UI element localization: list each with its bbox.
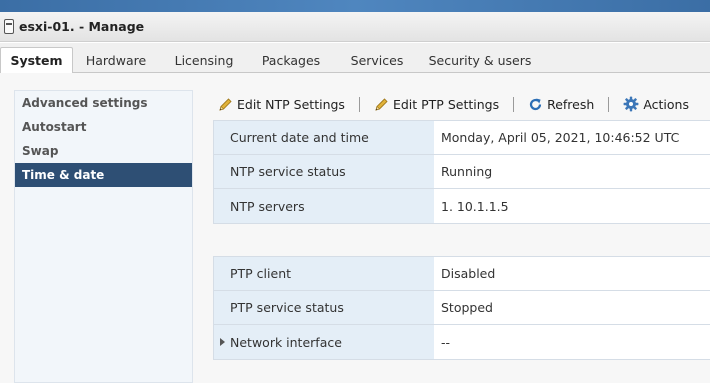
edit-ptp-settings-button[interactable]: Edit PTP Settings xyxy=(374,97,499,112)
tab-system[interactable]: System xyxy=(0,47,73,74)
network-interface-value: -- xyxy=(434,325,710,359)
manage-content: Advanced settings Autostart Swap Time & … xyxy=(0,73,710,383)
network-interface-label: Network interface xyxy=(230,334,342,350)
ptp-service-status-label: PTP service status xyxy=(214,291,434,324)
ntp-service-status-label: NTP service status xyxy=(214,155,434,188)
pencil-icon xyxy=(374,97,389,112)
table-row: PTP service status Stopped xyxy=(214,291,710,325)
edit-ntp-settings-button[interactable]: Edit NTP Settings xyxy=(218,97,345,112)
actions-button[interactable]: Actions xyxy=(623,96,689,112)
title-bar: esxi-01. - Manage xyxy=(0,12,710,42)
tab-licensing[interactable]: Licensing xyxy=(166,47,242,74)
tab-bar: System Hardware Licensing Packages Servi… xyxy=(0,43,710,74)
tab-security-users[interactable]: Security & users xyxy=(424,47,536,74)
network-interface-row-label: Network interface xyxy=(214,325,434,359)
table-row: Network interface -- xyxy=(214,325,710,359)
table-row: NTP servers 1. 10.1.1.5 xyxy=(214,189,710,223)
ptp-service-status-value: Stopped xyxy=(434,291,710,324)
table-row: NTP service status Running xyxy=(214,155,710,189)
tab-packages[interactable]: Packages xyxy=(252,47,330,74)
host-icon xyxy=(4,19,14,34)
current-date-value: Monday, April 05, 2021, 10:46:52 UTC xyxy=(434,121,710,154)
refresh-icon xyxy=(528,97,543,112)
edit-ptp-settings-label: Edit PTP Settings xyxy=(392,96,500,112)
ntp-settings-table: Current date and time Monday, April 05, … xyxy=(213,120,710,224)
current-date-label: Current date and time xyxy=(214,121,434,154)
pencil-icon xyxy=(218,97,233,112)
refresh-button[interactable]: Refresh xyxy=(528,97,594,112)
tab-hardware[interactable]: Hardware xyxy=(78,47,154,74)
ptp-client-value: Disabled xyxy=(434,257,710,290)
sidebar-item-advanced-settings[interactable]: Advanced settings xyxy=(15,91,192,115)
expand-arrow-icon[interactable] xyxy=(220,338,225,346)
window-title: esxi-01. - Manage xyxy=(19,19,145,34)
tab-services[interactable]: Services xyxy=(342,47,412,74)
gear-icon xyxy=(623,96,639,112)
sidebar-item-swap[interactable]: Swap xyxy=(15,139,192,163)
toolbar: Edit NTP Settings Edit PTP Settings Refr… xyxy=(218,92,689,116)
ntp-service-status-value: Running xyxy=(434,155,710,188)
ptp-client-label: PTP client xyxy=(214,257,434,290)
edit-ntp-settings-label: Edit NTP Settings xyxy=(237,96,345,112)
ptp-settings-table: PTP client Disabled PTP service status S… xyxy=(213,256,710,360)
refresh-label: Refresh xyxy=(547,96,595,112)
ntp-servers-value: 1. 10.1.1.5 xyxy=(434,189,710,223)
actions-label: Actions xyxy=(643,96,689,112)
table-row: PTP client Disabled xyxy=(214,257,710,291)
top-banner xyxy=(0,0,710,12)
settings-sidebar: Advanced settings Autostart Swap Time & … xyxy=(14,90,193,383)
toolbar-divider xyxy=(358,96,360,112)
table-row: Current date and time Monday, April 05, … xyxy=(214,121,710,155)
toolbar-divider xyxy=(608,96,610,112)
sidebar-item-autostart[interactable]: Autostart xyxy=(15,115,192,139)
ntp-servers-label: NTP servers xyxy=(214,189,434,223)
toolbar-divider xyxy=(513,96,515,112)
sidebar-item-time-date[interactable]: Time & date xyxy=(15,163,192,187)
